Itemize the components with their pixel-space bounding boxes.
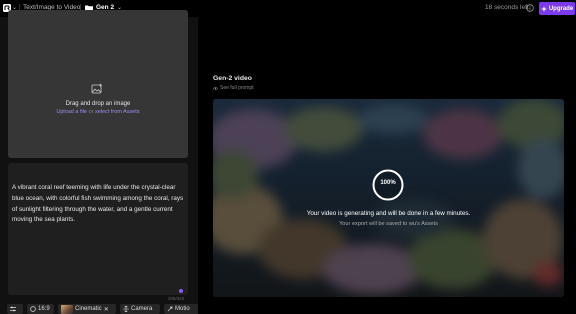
prompt-text[interactable]: A vibrant coral reef teeming with life u… — [12, 183, 184, 226]
export-destination: Your export will be saved to wu's Assets — [339, 221, 438, 227]
camera-button[interactable]: Camera — [120, 304, 160, 314]
close-icon[interactable]: ✕ — [104, 306, 109, 313]
settings-button[interactable] — [7, 304, 23, 314]
dropzone-title: Drag and drop an image — [65, 101, 131, 107]
motion-icon — [167, 306, 173, 312]
see-full-prompt-link[interactable]: See full prompt — [213, 85, 254, 91]
sparkle-icon — [540, 5, 547, 12]
or-text: or — [88, 109, 94, 115]
video-title: Gen-2 video — [213, 75, 252, 82]
style-thumbnail — [61, 304, 73, 314]
aspect-ratio-icon — [30, 306, 36, 312]
select-assets-link[interactable]: select from Assets — [95, 109, 140, 115]
see-full-prompt-label: See full prompt — [220, 85, 254, 91]
camera-label: Camera — [131, 306, 153, 312]
generation-status: Your video is generating and will be don… — [306, 210, 471, 217]
eye-icon — [213, 86, 218, 90]
credits-remaining: 18 seconds left — [485, 4, 529, 11]
image-upload-icon — [91, 83, 102, 94]
info-icon[interactable] — [526, 4, 534, 12]
sliders-icon — [10, 306, 16, 312]
upgrade-button[interactable]: Upgrade — [539, 2, 575, 15]
status-dot — [179, 289, 183, 293]
style-chip[interactable]: Cinematic ✕ — [58, 304, 116, 314]
motion-label: Motio — [175, 306, 190, 312]
upgrade-label: Upgrade — [548, 5, 574, 12]
aspect-ratio-button[interactable]: 16:9 — [27, 304, 54, 314]
aspect-ratio-label: 16:9 — [38, 306, 50, 312]
upload-file-link[interactable]: Upload a file — [56, 109, 87, 115]
dropzone-actions: Upload a file or select from Assets — [8, 109, 188, 115]
char-count: 206/320 — [168, 296, 185, 301]
style-label: Cinematic — [75, 306, 102, 312]
motion-button[interactable]: Motio — [164, 304, 198, 314]
camera-move-icon — [123, 306, 129, 312]
progress-percent: 100% — [380, 180, 396, 186]
